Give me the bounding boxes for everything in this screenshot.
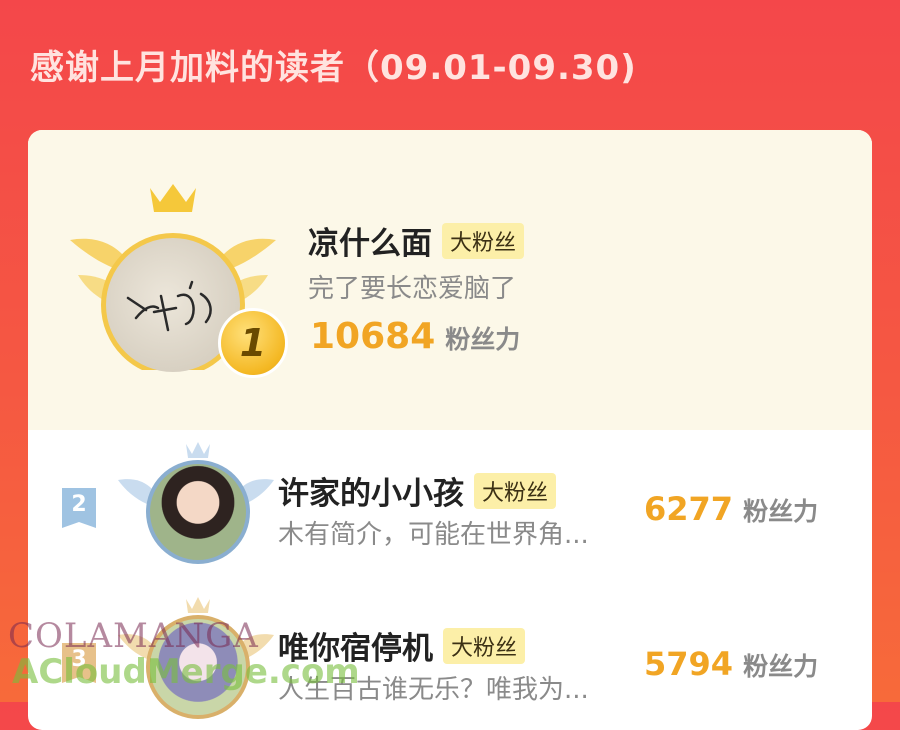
watermark-text: COLAMANGA bbox=[8, 616, 259, 656]
rank-1-entry[interactable]: 1 凉什么面 大粉丝 完了要长恋爱脑了 10684 粉丝力 bbox=[28, 130, 872, 430]
rank-1-badge: 大粉丝 bbox=[442, 222, 525, 259]
page-title: 感谢上月加料的读者（09.01-09.30) bbox=[30, 48, 637, 88]
rank-1-medal: 1 bbox=[218, 308, 288, 378]
rank-2-avatar[interactable] bbox=[116, 440, 276, 570]
watermark-url: ACloudMerge.com bbox=[12, 652, 360, 692]
avatar-rank-2 bbox=[150, 464, 246, 560]
rank-1-avatar[interactable]: 1 bbox=[68, 180, 288, 378]
rank-3-badge: 大粉丝 bbox=[443, 627, 526, 664]
rank-2-name[interactable]: 许家的小小孩 bbox=[278, 468, 464, 513]
rank-2-badge: 大粉丝 bbox=[474, 472, 557, 509]
rank-2-score-unit: 粉丝力 bbox=[743, 497, 819, 526]
rank-2-bio: 木有简介，可能在世界角... bbox=[278, 520, 589, 550]
rank-2-score: 6277 bbox=[644, 490, 734, 528]
rank-1-name[interactable]: 凉什么面 bbox=[308, 218, 432, 263]
rank-1-score-unit: 粉丝力 bbox=[445, 325, 521, 354]
rank-2-tag: 2 bbox=[62, 488, 96, 528]
rank-3-score: 5794 bbox=[644, 645, 734, 683]
rank-2-entry[interactable]: 2 许家的小小孩 大粉丝 木有简介，可能在世界角... 6277 粉丝力 bbox=[28, 430, 872, 580]
rank-3-score-unit: 粉丝力 bbox=[743, 652, 819, 681]
rank-1-bio: 完了要长恋爱脑了 bbox=[308, 274, 517, 304]
rank-1-score: 10684 bbox=[310, 316, 436, 357]
